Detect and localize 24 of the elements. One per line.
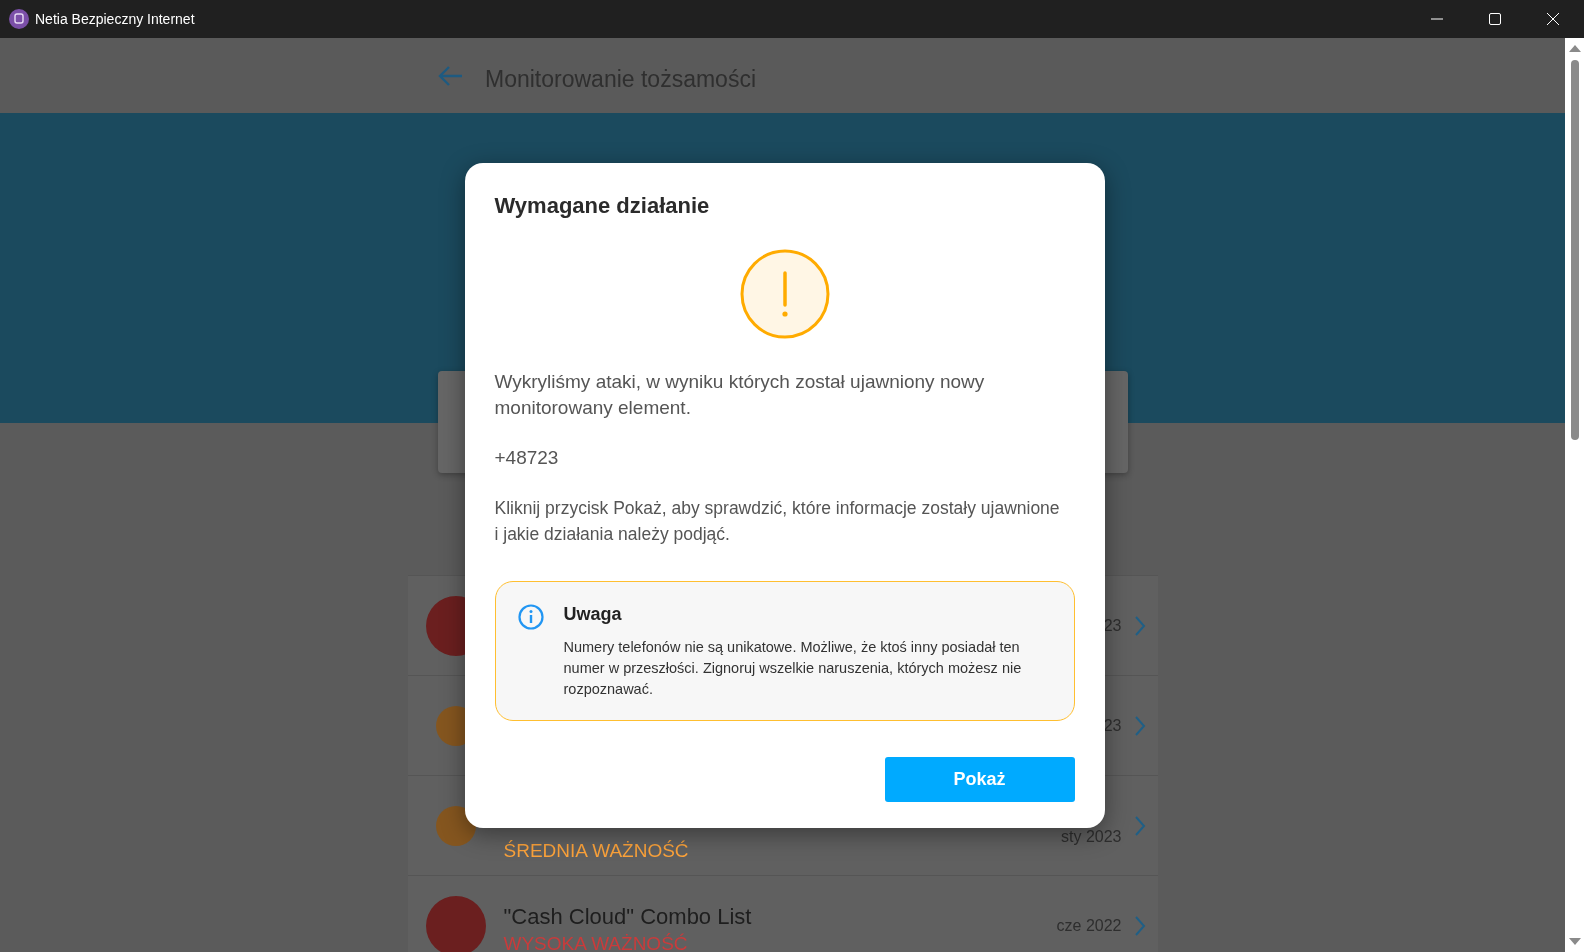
scroll-thumb[interactable] bbox=[1570, 60, 1579, 440]
scroll-down-icon[interactable] bbox=[1568, 938, 1581, 946]
severity-label: ŚREDNIA WAŻNOŚĆ bbox=[503, 839, 690, 862]
show-button[interactable]: Pokaż bbox=[884, 756, 1075, 802]
dialog-message: Wykryliśmy ataki, w wyniku których został ujawniony nowy monitorowany element. bbox=[494, 369, 986, 420]
dialog-title: Wymagane działanie bbox=[494, 192, 711, 219]
scrollbar[interactable] bbox=[1565, 38, 1584, 952]
chevron-icon bbox=[1133, 815, 1146, 836]
app-icon bbox=[9, 9, 29, 29]
severity-label: WYSOKA WAŻNOŚĆ bbox=[503, 933, 689, 952]
maximize-icon[interactable] bbox=[1488, 12, 1502, 26]
note-title: Uwaga bbox=[563, 603, 623, 625]
scroll-up-icon[interactable] bbox=[1568, 44, 1581, 52]
info-icon bbox=[517, 603, 544, 630]
chevron-icon bbox=[1133, 715, 1146, 736]
note-text: Numery telefonów nie są unikatowe. Możliwe, że ktoś inny posiadał ten numer w przeszłości. Zignoruj wszelkie naruszenia, których możesz nie rozpoznawać. bbox=[563, 637, 1023, 699]
close-icon[interactable] bbox=[1546, 12, 1560, 26]
window-title: Netia Bezpieczny Internet bbox=[35, 11, 195, 27]
instruction-text: Kliknij przycisk Pokaż, aby sprawdzić, które informacje zostały ujawnione i jakie działania należy podjąć. bbox=[494, 496, 1061, 546]
warning-icon bbox=[739, 248, 830, 339]
phone-number: +48723 bbox=[494, 445, 560, 470]
chevron-icon bbox=[1133, 615, 1146, 636]
chevron-icon bbox=[1133, 915, 1146, 936]
breach-title: "Cash Cloud" Combo List bbox=[503, 904, 753, 930]
